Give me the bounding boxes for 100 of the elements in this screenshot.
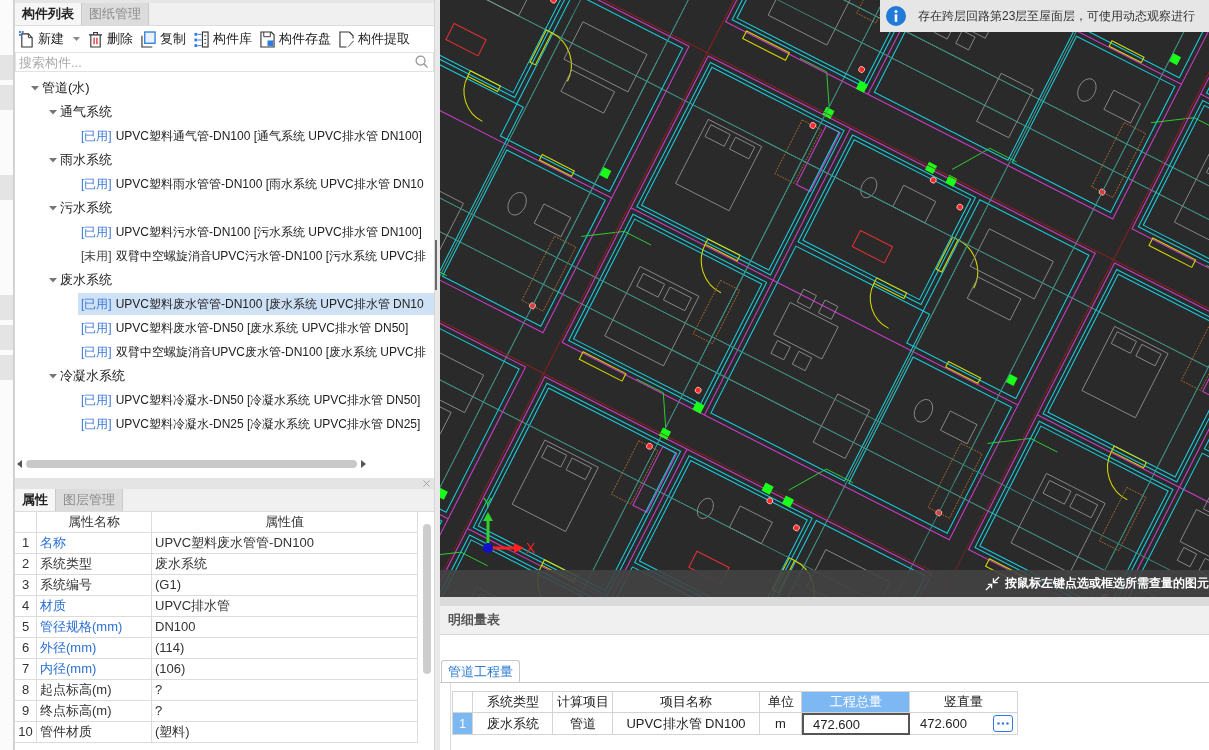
status-tag: [已用] (81, 223, 112, 241)
property-name: 内径(mm) (37, 659, 152, 679)
column-header[interactable]: 系统类型 (473, 692, 553, 713)
property-value[interactable]: UPVC塑料废水管管-DN100 (152, 533, 418, 553)
library-button[interactable]: 构件库 (192, 28, 254, 50)
item-label: UPVC塑料冷凝水-DN25 [冷凝水系统 UPVC排水管 DN25] (115, 415, 421, 433)
tree-item[interactable]: [已用] UPVC塑料废水管-DN50 [废水系统 UPVC排水管 DN50] (78, 317, 434, 339)
close-icon[interactable] (423, 480, 430, 487)
tree-item[interactable]: [已用] UPVC塑料废水管管-DN100 [废水系统 UPVC排水管 DN10 (78, 293, 434, 315)
status-tag: [已用] (81, 319, 112, 337)
scroll-right-icon[interactable] (361, 460, 366, 468)
tree-group-label[interactable]: 污水系统 (60, 199, 112, 217)
item-label: UPVC塑料污水管-DN100 [污水系统 UPVC排水管 DN100] (115, 223, 422, 241)
table-cell[interactable]: m (760, 713, 802, 735)
property-value[interactable]: 废水系统 (152, 554, 418, 574)
tab[interactable]: 属性 (15, 489, 56, 511)
item-label: UPVC塑料雨水管管-DN100 [雨水系统 UPVC排水管 DN10 (115, 175, 424, 193)
tree-group-label[interactable]: 冷凝水系统 (60, 367, 125, 385)
tree-item[interactable]: [已用] 双臂中空螺旋消音UPVC废水管-DN100 [废水系统 UPVC排 (78, 341, 434, 363)
caret-down-icon[interactable] (73, 37, 80, 41)
tree-group-label[interactable]: 雨水系统 (60, 151, 112, 169)
table-cell[interactable]: 472.600 (802, 713, 910, 735)
status-tag: [已用] (81, 415, 112, 433)
new-button[interactable]: 新建 (17, 28, 82, 50)
expand-arrow-icon[interactable] (49, 372, 57, 380)
copy-button[interactable]: 复制 (139, 28, 188, 50)
tree-item[interactable]: [已用] UPVC塑料冷凝水-DN25 [冷凝水系统 UPVC排水管 DN25] (78, 413, 434, 435)
status-tag: [已用] (81, 295, 112, 313)
property-name: 系统类型 (37, 554, 152, 574)
property-value[interactable]: (G1) (152, 575, 418, 595)
table-cell: 472.600 (920, 716, 967, 731)
item-label: UPVC塑料废水管管-DN100 [废水系统 UPVC排水管 DN10 (115, 295, 424, 313)
document-pen-icon (339, 30, 354, 48)
item-label: UPVC塑料废水管-DN50 [废水系统 UPVC排水管 DN50] (115, 319, 409, 337)
column-header[interactable]: 项目名称 (613, 692, 760, 713)
property-value[interactable]: (塑料) (152, 722, 418, 742)
column-header[interactable]: 竖直量 (910, 692, 1018, 713)
property-name: 管径规格(mm) (37, 617, 152, 637)
row-number: 2 (15, 554, 37, 574)
table-cell[interactable]: 废水系统 (473, 713, 553, 735)
item-label: UPVC塑料冷凝水-DN50 [冷凝水系统 UPVC排水管 DN50] (115, 391, 421, 409)
expand-arrow-icon[interactable] (49, 204, 57, 212)
tree-item[interactable]: [已用] UPVC塑料污水管-DN100 [污水系统 UPVC排水管 DN100] (78, 221, 434, 243)
tree-item[interactable]: [已用] UPVC塑料通气管-DN100 [通气系统 UPVC排水管 DN100] (78, 125, 434, 147)
row-number: 7 (15, 659, 37, 679)
collapse-arrows-icon (985, 576, 1000, 591)
list-icon (194, 30, 209, 48)
more-dots-icon (997, 722, 1009, 725)
x-axis-label: X (526, 541, 536, 555)
row-number: 6 (15, 638, 37, 658)
delete-button[interactable]: 删除 (86, 28, 135, 50)
column-header: 属性名称 (37, 512, 152, 532)
property-name: 系统编号 (37, 575, 152, 595)
expand-arrow-icon[interactable] (49, 108, 57, 116)
property-value[interactable]: DN100 (152, 617, 418, 637)
property-name: 起点标高(m) (37, 680, 152, 700)
property-name: 管件材质 (37, 722, 152, 742)
more-button[interactable] (993, 715, 1013, 732)
status-tag: [已用] (81, 175, 112, 193)
column-header[interactable]: 计算项目 (553, 692, 613, 713)
property-value[interactable]: (114) (152, 638, 418, 658)
row-number: 1 (15, 533, 37, 553)
expand-arrow-icon[interactable] (49, 276, 57, 284)
splitter-bar[interactable] (435, 0, 440, 750)
scroll-left-icon[interactable] (17, 460, 22, 468)
item-label: 双臂中空螺旋消音UPVC污水管-DN100 [污水系统 UPVC排 (115, 247, 426, 265)
tree-group-label[interactable]: 废水系统 (60, 271, 112, 289)
property-value[interactable]: UPVC排水管 (152, 596, 418, 616)
table-cell[interactable]: 管道 (553, 713, 613, 735)
row-number: 5 (15, 617, 37, 637)
info-icon (886, 6, 906, 26)
save-document-icon (260, 30, 275, 48)
table-cell[interactable]: UPVC排水管 DN100 (613, 713, 760, 735)
tree-item[interactable]: [已用] UPVC塑料冷凝水-DN50 [冷凝水系统 UPVC排水管 DN50] (78, 389, 434, 411)
status-tag: [已用] (81, 343, 112, 361)
new-document-icon (19, 30, 34, 48)
row-number: 9 (15, 701, 37, 721)
status-tag: [已用] (81, 127, 112, 145)
copy-icon (141, 30, 156, 48)
search-icon[interactable] (415, 55, 428, 68)
expand-arrow-icon[interactable] (31, 84, 39, 92)
item-label: 双臂中空螺旋消音UPVC废水管-DN100 [废水系统 UPVC排 (115, 343, 426, 361)
expand-arrow-icon[interactable] (49, 156, 57, 164)
status-tag: [已用] (81, 391, 112, 409)
tab[interactable]: 管道工程量 (441, 660, 520, 682)
notification-text: 存在跨层回路第23层至屋面层，可使用动态观察进行 (918, 7, 1196, 25)
tree-item[interactable]: [未用] 双臂中空螺旋消音UPVC污水管-DN100 [污水系统 UPVC排 (78, 245, 434, 267)
tree-item[interactable]: [已用] UPVC塑料雨水管管-DN100 [雨水系统 UPVC排水管 DN10 (78, 173, 434, 195)
tree-group-label[interactable]: 通气系统 (60, 103, 112, 121)
extract-button[interactable]: 构件提取 (337, 28, 412, 50)
tab[interactable]: 构件列表 (15, 3, 82, 25)
property-value[interactable]: ? (152, 701, 418, 721)
save-button[interactable]: 构件存盘 (258, 28, 333, 50)
search-field[interactable]: 搜索构件... (15, 52, 434, 72)
row-number: 8 (15, 680, 37, 700)
property-value[interactable]: (106) (152, 659, 418, 679)
property-value[interactable]: ? (152, 680, 418, 700)
row-number: 10 (15, 722, 37, 742)
tree-group-label[interactable]: 管道(水) (42, 79, 90, 97)
hint-text: 按鼠标左键点选或框选所需查量的图元 (1005, 575, 1209, 592)
